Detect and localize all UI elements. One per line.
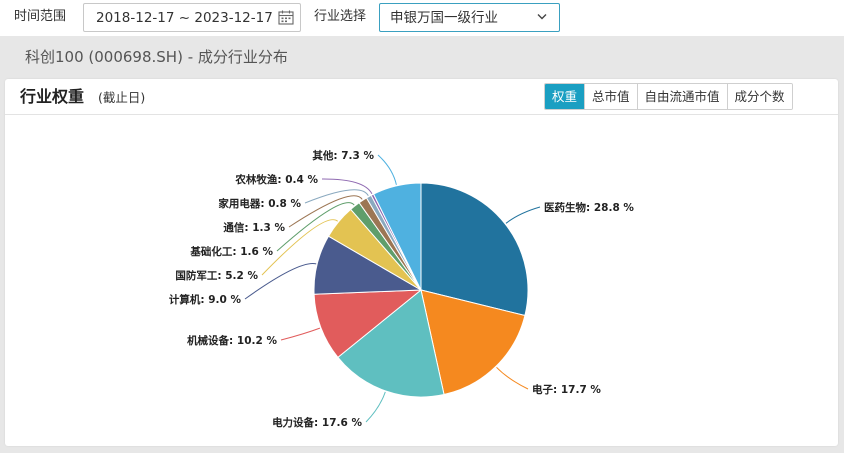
industry-weight-card: 行业权重 (截止日) 权重 总市值 自由流通市值 成分个数 医药生物: 28.8… (5, 79, 838, 446)
industry-select[interactable]: 申银万国一级行业 (379, 3, 560, 32)
time-range-label: 时间范围 (14, 9, 67, 24)
pie-slice-label: 计算机: 9.0 % (169, 293, 242, 306)
pie-leader-line (280, 327, 321, 341)
chevron-down-icon (537, 14, 547, 20)
pie-slice-label: 家用电器: 0.8 % (218, 197, 301, 210)
card-subtitle: (截止日) (98, 90, 146, 105)
tab-weight[interactable]: 权重 (545, 84, 585, 109)
pie-slice-label: 电子: 17.7 % (532, 383, 601, 396)
pie-leader-line (505, 206, 541, 224)
pie-slice-label: 基础化工: 1.6 % (189, 245, 273, 258)
tab-constituent-count[interactable]: 成分个数 (726, 84, 792, 109)
industry-select-value: 申银万国一级行业 (390, 10, 498, 26)
section-title: 科创100 (000698.SH) - 成分行业分布 (25, 48, 288, 66)
industry-pie-chart: 医药生物: 28.8 % 电子: 17.7 % 电力设备: 17.6 % 机械设备: … (169, 149, 635, 429)
pie-slice-label: 机械设备: 10.2 % (187, 334, 277, 347)
metric-tabs: 权重 总市值 自由流通市值 成分个数 (544, 83, 793, 110)
date-range-text: 2018-12-17 ~ 2023-12-17 (96, 10, 273, 26)
pie-slice-label: 电力设备: 17.6 % (272, 416, 362, 429)
date-range-input[interactable]: 2018-12-17 ~ 2023-12-17 (83, 3, 301, 32)
pie-leader-line (377, 154, 397, 185)
calendar-icon[interactable] (278, 10, 294, 25)
pie-slice-label: 其他: 7.3 % (312, 149, 374, 162)
tab-free-float-market-cap[interactable]: 自由流通市值 (636, 84, 727, 109)
filter-bar: 时间范围 2018-12-17 ~ 2023-12-17 行业选择 申银万国一级… (0, 0, 844, 36)
pie-slice-label: 医药生物: 28.8 % (544, 201, 634, 214)
industry-select-label: 行业选择 (314, 9, 367, 24)
card-title: 行业权重 (20, 87, 85, 106)
pie-slice-label: 农林牧渔: 0.4 % (234, 173, 318, 186)
pie-leader-line (365, 391, 386, 423)
pie-leader-line (496, 366, 529, 390)
pie-slice-label: 国防军工: 5.2 % (175, 269, 258, 282)
tab-total-market-cap[interactable]: 总市值 (584, 84, 637, 109)
pie-slice-label: 通信: 1.3 % (223, 221, 285, 234)
card-header: 行业权重 (截止日) 权重 总市值 自由流通市值 成分个数 (5, 79, 838, 115)
